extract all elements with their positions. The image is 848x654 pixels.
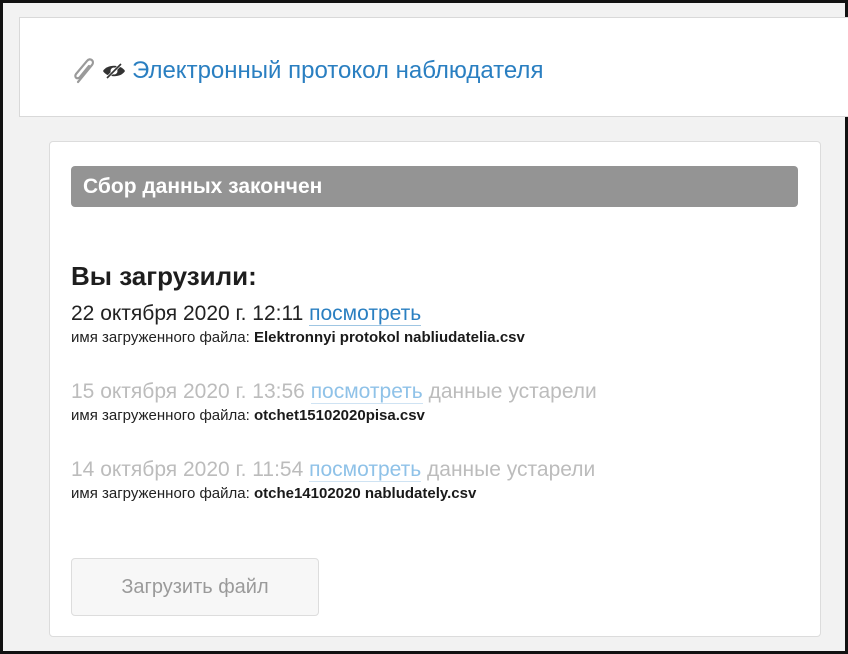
view-link[interactable]: посмотреть: [310, 380, 423, 404]
window-frame: Электронный протокол наблюдателя Сбор да…: [0, 0, 848, 654]
view-link[interactable]: посмотреть: [309, 302, 422, 326]
uploads-heading: Вы загрузили:: [71, 261, 257, 291]
upload-date: 22 октября 2020 г. 12:11: [71, 302, 304, 325]
outdated-note: данные устарели: [427, 458, 596, 481]
file-name-label: имя загруженного файла:: [71, 329, 250, 346]
status-banner: Сбор данных закончен: [71, 166, 798, 207]
outdated-note: данные устарели: [428, 380, 597, 403]
view-link[interactable]: посмотреть: [309, 458, 422, 482]
upload-file-button[interactable]: Загрузить файл: [71, 558, 319, 616]
file-name: otchet15102020pisa.csv: [253, 407, 425, 424]
protocol-panel: Электронный протокол наблюдателя: [19, 17, 848, 117]
upload-entry: 22 октября 2020 г. 12:11 посмотреть имя …: [71, 300, 525, 348]
file-name-label: имя загруженного файла:: [71, 485, 250, 502]
protocol-link[interactable]: Электронный протокол наблюдателя: [132, 56, 543, 86]
protocol-attachment: Электронный протокол наблюдателя: [72, 56, 543, 86]
upload-entry: 15 октября 2020 г. 13:56 посмотреть данн…: [71, 378, 597, 426]
paperclip-icon: [74, 58, 95, 84]
upload-date: 15 октября 2020 г. 13:56: [71, 380, 305, 403]
file-name-label: имя загруженного файла:: [71, 407, 250, 424]
file-name: Elektronnyi protokol nabliudatelia.csv: [253, 329, 525, 346]
hidden-eye-icon: [103, 62, 125, 80]
file-name: otche14102020 nabludately.csv: [253, 485, 477, 502]
upload-date: 14 октября 2020 г. 11:54: [71, 458, 304, 481]
upload-panel: Сбор данных закончен Вы загрузили: 22 ок…: [49, 141, 821, 637]
upload-entry: 14 октября 2020 г. 11:54 посмотреть данн…: [71, 456, 595, 504]
